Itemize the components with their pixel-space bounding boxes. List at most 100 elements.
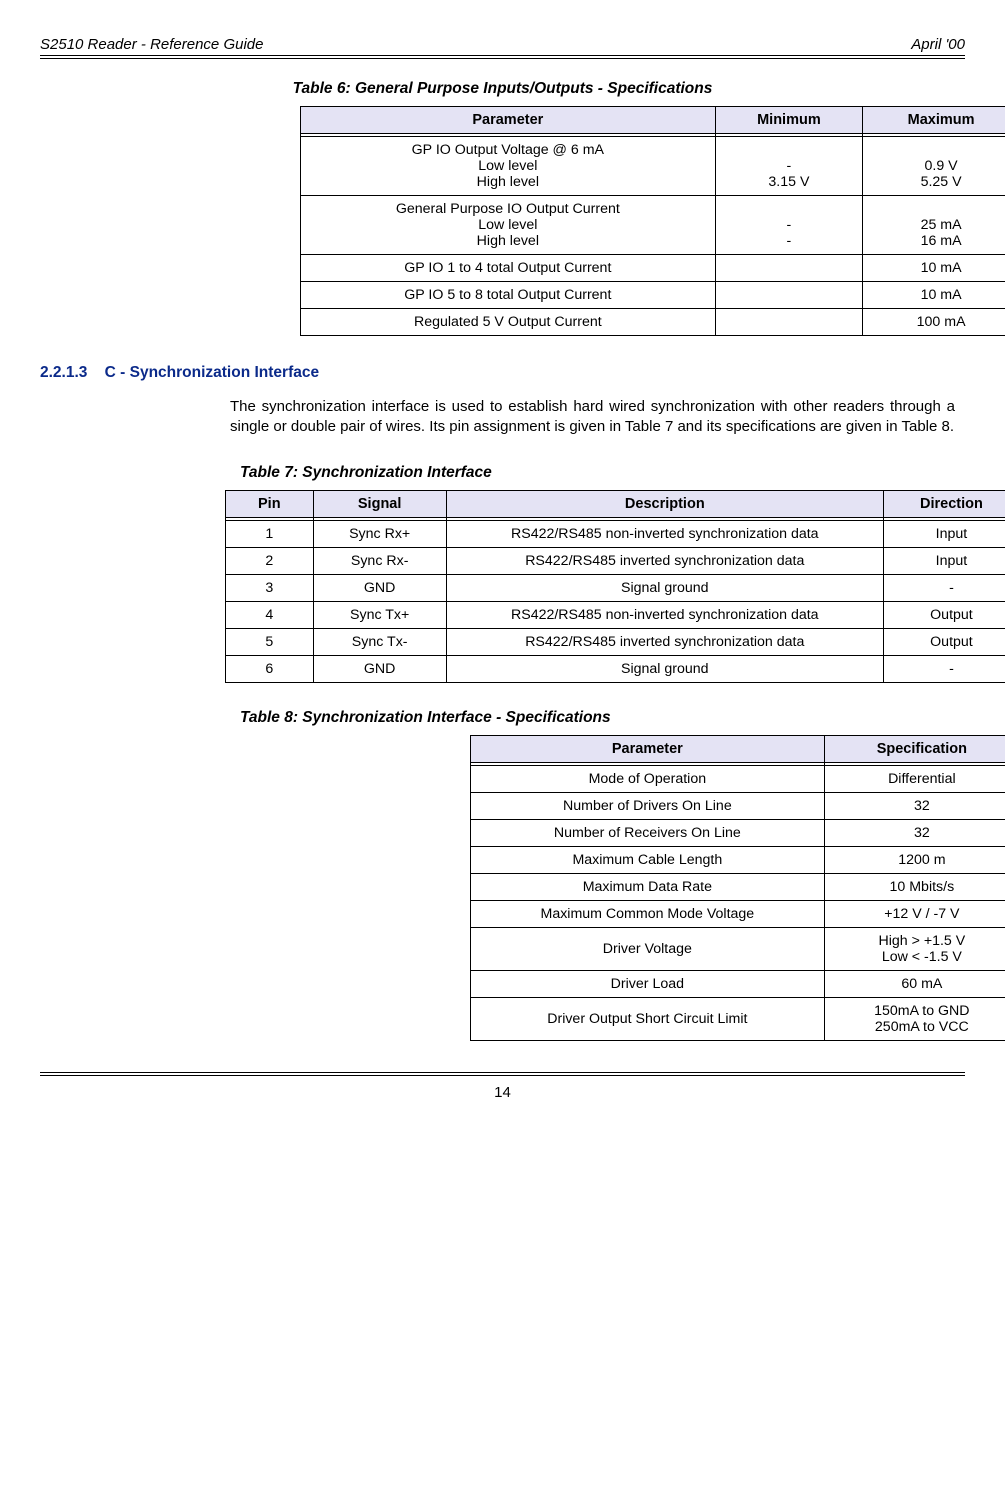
table-cell: -- [715, 196, 863, 255]
table-cell: Differential [824, 765, 1005, 792]
table-cell: Maximum Data Rate [471, 873, 825, 900]
table-row: Maximum Data Rate10 Mbits/s [471, 873, 1005, 900]
table-row: 4Sync Tx+RS422/RS485 non-inverted synchr… [226, 601, 1005, 628]
table6-caption: Table 6: General Purpose Inputs/Outputs … [40, 80, 965, 98]
page-footer: 14 [40, 1075, 965, 1101]
table-cell: 1200 m [824, 846, 1005, 873]
table-cell: Driver Load [471, 970, 825, 997]
table-cell: GND [313, 655, 446, 682]
table-cell: Output [883, 628, 1005, 655]
table-cell: Signal ground [446, 655, 883, 682]
table-cell: GND [313, 574, 446, 601]
table-cell: Sync Tx- [313, 628, 446, 655]
table-cell: Sync Rx- [313, 547, 446, 574]
table-row: Driver VoltageHigh > +1.5 VLow < -1.5 V [471, 927, 1005, 970]
section-paragraph: The synchronization interface is used to… [230, 397, 955, 438]
header-left: S2510 Reader - Reference Guide [40, 36, 263, 53]
table-cell: GP IO Output Voltage @ 6 mALow levelHigh… [301, 137, 716, 196]
table-row: 5Sync Tx-RS422/RS485 inverted synchroniz… [226, 628, 1005, 655]
table-row: Driver Load60 mA [471, 970, 1005, 997]
table-row: 3GNDSignal ground- [226, 574, 1005, 601]
table-row: Maximum Common Mode Voltage+12 V / -7 V [471, 900, 1005, 927]
table-cell: -3.15 V [715, 137, 863, 196]
table-cell: Number of Receivers On Line [471, 819, 825, 846]
table-cell: RS422/RS485 non-inverted synchronization… [446, 601, 883, 628]
table-cell: 25 mA16 mA [863, 196, 1005, 255]
table-row: Number of Drivers On Line32 [471, 792, 1005, 819]
table-row: GP IO 5 to 8 total Output Current 10 mA [301, 282, 1005, 309]
table6: Parameter Minimum Maximum GP IO Output V… [300, 106, 1005, 336]
t7-h3: Direction [883, 490, 1005, 517]
table-row: Driver Output Short Circuit Limit150mA t… [471, 997, 1005, 1040]
table-cell: 6 [226, 655, 314, 682]
table-cell: Input [883, 547, 1005, 574]
table-row: Maximum Cable Length1200 m [471, 846, 1005, 873]
t7-h0: Pin [226, 490, 314, 517]
table-cell: +12 V / -7 V [824, 900, 1005, 927]
table-row: GP IO Output Voltage @ 6 mALow levelHigh… [301, 137, 1005, 196]
table-row: General Purpose IO Output CurrentLow lev… [301, 196, 1005, 255]
section-heading: 2.2.1.3 C - Synchronization Interface [40, 364, 965, 382]
table-cell: Signal ground [446, 574, 883, 601]
table-row: 6GNDSignal ground- [226, 655, 1005, 682]
page-number: 14 [494, 1084, 511, 1101]
table-cell: Driver Voltage [471, 927, 825, 970]
table-row: Mode of OperationDifferential [471, 765, 1005, 792]
table8: Parameter Specification Mode of Operatio… [470, 735, 1005, 1041]
table-cell: Output [883, 601, 1005, 628]
table-cell: GP IO 1 to 4 total Output Current [301, 255, 716, 282]
t6-h1: Minimum [715, 107, 863, 134]
table7: Pin Signal Description Direction 1Sync R… [225, 490, 1005, 683]
table-row: 2Sync Rx-RS422/RS485 inverted synchroniz… [226, 547, 1005, 574]
table-cell [715, 309, 863, 336]
header-right: April '00 [911, 36, 965, 53]
table-cell: 4 [226, 601, 314, 628]
table8-caption: Table 8: Synchronization Interface - Spe… [240, 709, 965, 727]
table-cell: 10 mA [863, 282, 1005, 309]
table-cell: Sync Tx+ [313, 601, 446, 628]
table-cell: RS422/RS485 non-inverted synchronization… [446, 520, 883, 547]
table-cell: 100 mA [863, 309, 1005, 336]
table-cell: High > +1.5 VLow < -1.5 V [824, 927, 1005, 970]
table-cell: 3 [226, 574, 314, 601]
t7-h2: Description [446, 490, 883, 517]
table-cell: Maximum Cable Length [471, 846, 825, 873]
table-row: GP IO 1 to 4 total Output Current 10 mA [301, 255, 1005, 282]
table-cell: 32 [824, 819, 1005, 846]
table-cell: Mode of Operation [471, 765, 825, 792]
page-header: S2510 Reader - Reference Guide April '00 [40, 36, 965, 56]
table-cell: Regulated 5 V Output Current [301, 309, 716, 336]
table-row: Number of Receivers On Line32 [471, 819, 1005, 846]
table-cell: - [883, 655, 1005, 682]
t7-h1: Signal [313, 490, 446, 517]
table-cell: - [883, 574, 1005, 601]
t6-h2: Maximum [863, 107, 1005, 134]
table-cell: 150mA to GND250mA to VCC [824, 997, 1005, 1040]
table-cell [715, 282, 863, 309]
table7-caption: Table 7: Synchronization Interface [240, 464, 965, 482]
table-cell: 60 mA [824, 970, 1005, 997]
table-cell: General Purpose IO Output CurrentLow lev… [301, 196, 716, 255]
table-cell: RS422/RS485 inverted synchronization dat… [446, 628, 883, 655]
table-cell: Sync Rx+ [313, 520, 446, 547]
section-number: 2.2.1.3 [40, 364, 87, 381]
table-cell: Input [883, 520, 1005, 547]
table-cell: 5 [226, 628, 314, 655]
t8-h1: Specification [824, 735, 1005, 762]
t6-h0: Parameter [301, 107, 716, 134]
table-cell: 10 mA [863, 255, 1005, 282]
table-cell: 10 Mbits/s [824, 873, 1005, 900]
t8-h0: Parameter [471, 735, 825, 762]
table-row: Regulated 5 V Output Current 100 mA [301, 309, 1005, 336]
table-cell: 0.9 V5.25 V [863, 137, 1005, 196]
table-cell: Driver Output Short Circuit Limit [471, 997, 825, 1040]
table-cell: Maximum Common Mode Voltage [471, 900, 825, 927]
table-cell [715, 255, 863, 282]
table-cell: 2 [226, 547, 314, 574]
section-title: C - Synchronization Interface [105, 364, 319, 381]
table-cell: GP IO 5 to 8 total Output Current [301, 282, 716, 309]
table-cell: Number of Drivers On Line [471, 792, 825, 819]
table-cell: RS422/RS485 inverted synchronization dat… [446, 547, 883, 574]
table-row: 1Sync Rx+RS422/RS485 non-inverted synchr… [226, 520, 1005, 547]
table-cell: 1 [226, 520, 314, 547]
